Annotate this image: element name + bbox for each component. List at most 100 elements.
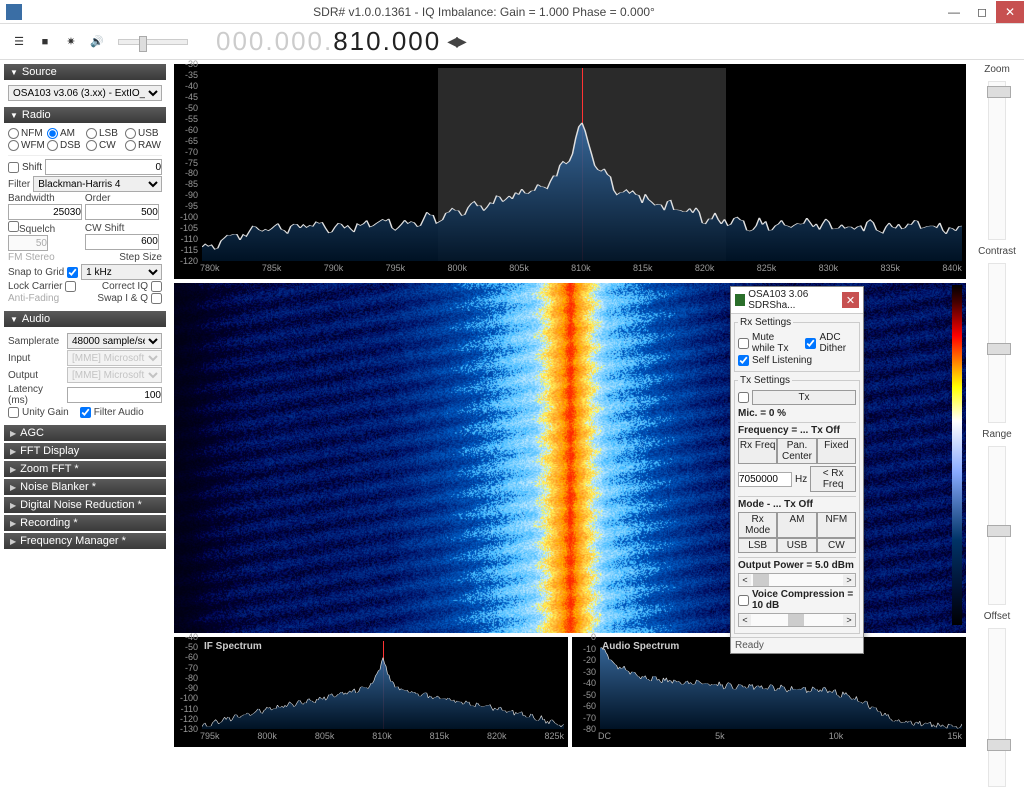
- section-source-header[interactable]: ▼Source: [4, 64, 166, 80]
- adc-dither-checkbox[interactable]: [805, 338, 816, 349]
- section-frequency-manager--header[interactable]: ▶ Frequency Manager *: [4, 533, 166, 549]
- menu-icon[interactable]: ☰: [10, 33, 28, 51]
- titlebar: SDR# v1.0.0.1361 - IQ Imbalance: Gain = …: [0, 0, 1024, 24]
- filteraudio-checkbox[interactable]: [80, 407, 91, 418]
- maximize-button[interactable]: ◻: [968, 1, 996, 23]
- latency-input[interactable]: [67, 387, 162, 403]
- audio-input-label: Input: [8, 353, 64, 364]
- self-listening-checkbox[interactable]: [738, 355, 749, 366]
- mic-level: Mic. = 0 %: [738, 408, 856, 419]
- section-recording--header[interactable]: ▶ Recording *: [4, 515, 166, 531]
- mode-radio-lsb[interactable]: LSB: [86, 128, 123, 139]
- freq-step-arrows[interactable]: ◀▶: [447, 33, 465, 50]
- rxfreq-button[interactable]: Rx Freq: [738, 438, 777, 464]
- section-radio-header[interactable]: ▼ Radio: [4, 107, 166, 123]
- volume-slider[interactable]: [118, 39, 188, 45]
- stepsize-select[interactable]: 1 kHz: [81, 264, 162, 280]
- mode-radio-wfm[interactable]: WFM: [8, 140, 45, 151]
- popup-close-button[interactable]: ✕: [842, 292, 859, 308]
- mode-radio-am[interactable]: AM: [47, 128, 84, 139]
- voice-compression-label: Voice Compression = 10 dB: [752, 589, 856, 611]
- tx-enable-checkbox[interactable]: [738, 392, 749, 403]
- rxmode-button[interactable]: Rx Mode: [738, 512, 777, 538]
- tx-button[interactable]: Tx: [752, 390, 856, 405]
- correctiq-checkbox[interactable]: [151, 281, 162, 292]
- swapiq-checkbox[interactable]: [151, 293, 162, 304]
- frequency-display[interactable]: 000.000.810.000 ◀▶: [216, 26, 465, 57]
- stop-icon[interactable]: ■: [36, 33, 54, 51]
- fixed-button[interactable]: Fixed: [817, 438, 856, 464]
- popup-title: OSA103 3.06 SDRSha...: [748, 289, 842, 311]
- filteraudio-label: Filter Audio: [94, 407, 144, 418]
- close-button[interactable]: ✕: [996, 1, 1024, 23]
- order-input[interactable]: [85, 204, 159, 220]
- squelch-checkbox[interactable]: [8, 221, 19, 232]
- txmode-usb-button[interactable]: USB: [777, 538, 816, 553]
- tx-freq-input[interactable]: [738, 472, 792, 487]
- correctiq-label: Correct IQ: [102, 281, 148, 292]
- mode-radio-usb[interactable]: USB: [125, 128, 162, 139]
- chevron-down-icon: ▼: [10, 315, 18, 324]
- shift-value[interactable]: [45, 159, 162, 175]
- chevron-down-icon: ▼: [10, 111, 18, 120]
- zoom-slider[interactable]: [988, 81, 1006, 240]
- set-rxfreq-button[interactable]: < Rx Freq: [810, 466, 856, 492]
- audio-output-label: Output: [8, 370, 64, 381]
- rx-settings-legend: Rx Settings: [738, 317, 793, 328]
- output-power-scroll[interactable]: <>: [738, 573, 856, 587]
- samplerate-select[interactable]: 48000 sample/sec: [67, 333, 162, 349]
- txmode-am-button[interactable]: AM: [777, 512, 816, 538]
- txmode-nfm-button[interactable]: NFM: [817, 512, 856, 538]
- minimize-button[interactable]: —: [940, 1, 968, 23]
- freq-inactive: 000.000.: [216, 26, 333, 57]
- contrast-slider[interactable]: [988, 263, 1006, 422]
- section-digital-noise-reduction--header[interactable]: ▶ Digital Noise Reduction *: [4, 497, 166, 513]
- section-audio-title: Audio: [22, 313, 50, 325]
- mode-radio-raw[interactable]: RAW: [125, 140, 162, 151]
- rf-spectrum-plot[interactable]: -30-35-40-45-50-55-60-65-70-75-80-85-90-…: [174, 64, 966, 279]
- section-fft-display-header[interactable]: ▶ FFT Display: [4, 443, 166, 459]
- tx-settings-legend: Tx Settings: [738, 375, 792, 386]
- gear-icon[interactable]: ✷: [62, 33, 80, 51]
- swapiq-label: Swap I & Q: [97, 293, 148, 304]
- section-noise-blanker--header[interactable]: ▶ Noise Blanker *: [4, 479, 166, 495]
- bandwidth-input[interactable]: [8, 204, 82, 220]
- antifading-label: Anti-Fading: [8, 293, 59, 304]
- offset-slider[interactable]: [988, 628, 1006, 787]
- audio-spectrum-title: Audio Spectrum: [602, 641, 679, 652]
- section-audio-header[interactable]: ▼ Audio: [4, 311, 166, 327]
- mute-while-tx-checkbox[interactable]: [738, 338, 749, 349]
- stepsize-label: Step Size: [119, 252, 162, 263]
- section-agc-header[interactable]: ▶ AGC: [4, 425, 166, 441]
- mode-radio-group: NFMAMLSBUSB WFMDSBCWRAW: [8, 128, 162, 151]
- unitygain-checkbox[interactable]: [8, 407, 19, 418]
- shift-checkbox[interactable]: [8, 162, 19, 173]
- lockcarrier-checkbox[interactable]: [65, 281, 76, 292]
- range-slider[interactable]: [988, 446, 1006, 605]
- filter-label: Filter: [8, 179, 30, 190]
- txmode-lsb-button[interactable]: LSB: [738, 538, 777, 553]
- if-spectrum-title: IF Spectrum: [204, 641, 262, 652]
- section-radio-title: Radio: [22, 109, 51, 121]
- popup-icon: [735, 294, 745, 306]
- mode-radio-dsb[interactable]: DSB: [47, 140, 84, 151]
- snap-checkbox[interactable]: [67, 267, 78, 278]
- cwshift-input[interactable]: [85, 234, 159, 250]
- cwshift-label: CW Shift: [85, 223, 159, 234]
- pancenter-button[interactable]: Pan. Center: [777, 438, 816, 464]
- bandwidth-label: Bandwidth: [8, 193, 82, 204]
- section-zoom-fft--header[interactable]: ▶ Zoom FFT *: [4, 461, 166, 477]
- mode-radio-nfm[interactable]: NFM: [8, 128, 45, 139]
- squelch-label: Squelch: [19, 224, 55, 235]
- filter-select[interactable]: Blackman-Harris 4: [33, 176, 162, 192]
- voice-compression-checkbox[interactable]: [738, 595, 749, 606]
- unitygain-label: Unity Gain: [22, 407, 69, 418]
- right-rail: Zoom Contrast Range Offset: [970, 60, 1024, 789]
- source-device-select[interactable]: OSA103 v3.06 (3.xx) - ExtIO_Osa.dll: [8, 85, 162, 101]
- txmode-cw-button[interactable]: CW: [817, 538, 856, 553]
- waterfall-gradient-legend: [952, 285, 962, 625]
- speaker-icon[interactable]: 🔊: [88, 33, 106, 51]
- if-spectrum-plot[interactable]: IF Spectrum -40-50-60-70-80-90-100-110-1…: [174, 637, 568, 747]
- voice-compression-scroll[interactable]: <>: [738, 613, 856, 627]
- mode-radio-cw[interactable]: CW: [86, 140, 123, 151]
